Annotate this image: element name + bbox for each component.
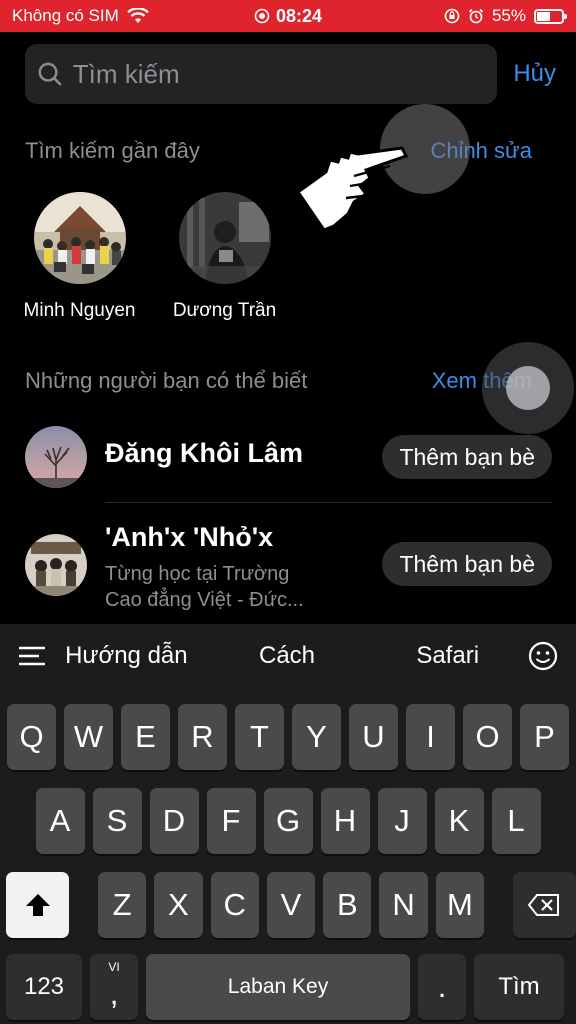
search-icon	[38, 62, 62, 86]
key-row-3: Z X C V B N M	[0, 872, 576, 938]
clock: 08:24	[275, 5, 323, 26]
suggestion-word[interactable]: Cách	[207, 642, 368, 670]
suggestion-word[interactable]: Hướng dẫn	[46, 642, 207, 670]
recent-item[interactable]: Dương Trần	[152, 192, 297, 322]
key-d[interactable]: D	[149, 788, 199, 854]
backspace-icon	[528, 894, 560, 916]
key-m[interactable]: M	[435, 872, 485, 938]
search-box[interactable]	[25, 44, 498, 104]
avatar	[25, 534, 87, 596]
cancel-button[interactable]: Hủy	[513, 60, 556, 88]
keyboard: Hướng dẫn Cách Safari Q W E R T Y U I O …	[0, 624, 576, 1024]
menu-icon[interactable]	[18, 645, 46, 667]
space-key[interactable]: Laban Key	[146, 954, 410, 1020]
key-o[interactable]: O	[463, 704, 512, 770]
wifi-icon	[126, 8, 149, 23]
comma-label: ,	[109, 976, 119, 1011]
key-l[interactable]: L	[491, 788, 541, 854]
recent-name: Dương Trần	[172, 300, 277, 321]
suggestions-header: Những người bạn có thể biết Xem thêm	[25, 368, 532, 394]
alarm-icon	[468, 8, 484, 24]
hand-pointer-icon	[295, 146, 409, 232]
key-x[interactable]: X	[154, 872, 203, 938]
period-key[interactable]: .	[418, 954, 466, 1020]
key-a[interactable]: A	[35, 788, 85, 854]
screen-record-icon	[254, 8, 270, 24]
recent-item[interactable]: Minh Nguyen	[7, 192, 152, 322]
key-q[interactable]: Q	[7, 704, 56, 770]
search-input[interactable]	[72, 58, 486, 90]
search-go-key[interactable]: Tìm	[474, 954, 564, 1020]
orientation-lock-icon	[444, 8, 460, 24]
key-u[interactable]: U	[349, 704, 398, 770]
status-bar: Không có SIM 08:24 55%	[0, 0, 576, 32]
key-p[interactable]: P	[520, 704, 569, 770]
avatar	[178, 192, 271, 284]
comma-sup-label: VI	[108, 960, 120, 974]
key-j[interactable]: J	[377, 788, 427, 854]
key-t[interactable]: T	[235, 704, 284, 770]
key-h[interactable]: H	[320, 788, 370, 854]
suggestion-name: 'Anh'x 'Nhỏ'x	[105, 522, 274, 552]
suggestion-name: Đăng Khôi Lâm	[105, 438, 304, 468]
battery-icon	[534, 8, 567, 24]
key-b[interactable]: B	[323, 872, 372, 938]
key-r[interactable]: R	[178, 704, 227, 770]
search-row: Hủy	[25, 44, 556, 104]
add-friend-button[interactable]: Thêm bạn bè	[382, 435, 552, 479]
battery-percent: 55%	[491, 6, 526, 25]
key-e[interactable]: E	[121, 704, 170, 770]
backspace-key[interactable]	[512, 872, 576, 938]
add-friend-button[interactable]: Thêm bạn bè	[382, 542, 552, 586]
divider	[105, 502, 552, 503]
suggestions-title: Những người bạn có thể biết	[25, 368, 308, 393]
suggestion-subtitle: Từng học tại Trường Cao đẳng Việt - Đức.…	[105, 561, 382, 613]
avatar	[33, 192, 126, 284]
battery-fill	[537, 11, 550, 21]
key-w[interactable]: W	[64, 704, 113, 770]
key-row-2: A S D F G H J K L	[0, 788, 576, 854]
key-c[interactable]: C	[210, 872, 259, 938]
recent-title: Tìm kiếm gần đây	[25, 138, 200, 163]
suggestion-row[interactable]: Đăng Khôi Lâm Thêm bạn bè	[25, 426, 552, 488]
subtitle-line-1: Từng học tại Trường	[105, 563, 290, 585]
subtitle-line-2: Cao đẳng Việt - Đức...	[105, 589, 304, 611]
numbers-key[interactable]: 123	[6, 954, 82, 1020]
key-k[interactable]: K	[434, 788, 484, 854]
keyboard-suggestion-bar: Hướng dẫn Cách Safari	[0, 624, 576, 688]
key-z[interactable]: Z	[97, 872, 147, 938]
key-n[interactable]: N	[379, 872, 428, 938]
key-g[interactable]: G	[263, 788, 313, 854]
carrier-label: Không có SIM	[12, 6, 119, 25]
recent-name: Minh Nguyen	[23, 300, 136, 321]
emoji-icon[interactable]	[528, 641, 558, 671]
key-i[interactable]: I	[406, 704, 455, 770]
key-row-1: Q W E R T Y U I O P	[0, 704, 576, 770]
shift-key[interactable]	[6, 872, 70, 938]
key-s[interactable]: S	[92, 788, 142, 854]
shift-icon	[25, 894, 50, 916]
suggestion-word[interactable]: Safari	[367, 642, 528, 670]
assistive-touch-button[interactable]	[482, 342, 574, 434]
key-row-4: 123 VI , Laban Key . Tìm	[0, 954, 576, 1020]
comma-key[interactable]: VI ,	[90, 954, 138, 1020]
key-f[interactable]: F	[206, 788, 256, 854]
recent-list: Minh Nguyen Dương Trần	[0, 192, 297, 322]
key-v[interactable]: V	[266, 872, 316, 938]
avatar	[25, 426, 87, 488]
suggestion-row[interactable]: 'Anh'x 'Nhỏ'x Từng học tại Trường Cao đẳ…	[25, 522, 552, 613]
key-y[interactable]: Y	[292, 704, 341, 770]
